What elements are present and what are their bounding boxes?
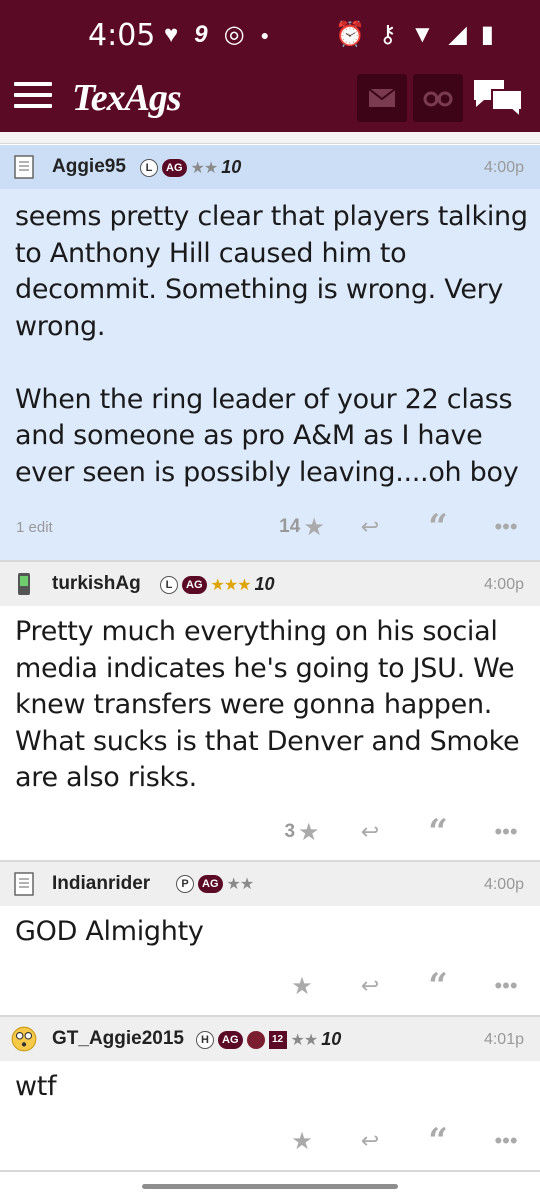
like-button[interactable]: 3 ★ — [268, 818, 336, 847]
texags-logo[interactable]: TexAgs — [72, 76, 182, 120]
stars-badge: ★★ — [226, 876, 255, 893]
more-button[interactable]: ••• — [472, 514, 540, 540]
ag-badge: AG — [162, 158, 187, 177]
timestamp: 4:00p — [483, 876, 524, 893]
reply-button[interactable]: ↩ — [336, 514, 404, 540]
quote-icon: “ — [428, 966, 448, 1006]
ten-badge: 10 — [321, 1029, 342, 1049]
badge-letter: L — [160, 575, 178, 594]
more-button[interactable]: ••• — [472, 819, 540, 845]
post: turkishAg L AG ★★★ 10 4:00p Pretty much … — [0, 562, 540, 860]
chrome-icon: ◎ — [223, 21, 245, 48]
more-button[interactable]: ••• — [472, 973, 540, 999]
badge-letter: P — [176, 875, 194, 893]
reply-icon: ↩ — [360, 973, 380, 998]
reply-icon: ↩ — [360, 514, 380, 539]
key-icon: ⚷ — [378, 21, 397, 48]
wifi-icon: ▼ — [410, 20, 435, 48]
post-header: GT_Aggie2015 H AG 12 ★★ 10 4:01p — [0, 1017, 540, 1061]
binoculars-icon — [423, 91, 453, 107]
quote-button[interactable]: “ — [404, 812, 472, 852]
like-count: 14 — [279, 516, 301, 537]
post: Indianrider P AG ★★ 4:00p GOD Almighty ★… — [0, 862, 540, 1015]
mail-button[interactable] — [357, 74, 407, 122]
like-button[interactable]: ★ — [268, 972, 336, 1001]
battery-icon: ▮ — [480, 21, 494, 48]
timestamp: 4:00p — [483, 159, 524, 176]
ag-badge: AG — [198, 875, 223, 893]
post: Aggie95 L AG ★★ 10 4:00p seems pretty cl… — [0, 145, 540, 560]
reply-icon: ↩ — [360, 1128, 380, 1153]
team-logo-icon — [246, 1030, 265, 1049]
post-body: Pretty much everything on his social med… — [15, 616, 528, 793]
menu-icon[interactable] — [14, 82, 52, 112]
signal-icon: ◢ — [448, 21, 467, 48]
quote-button[interactable]: “ — [404, 966, 472, 1006]
quote-icon: “ — [428, 812, 448, 852]
star-icon: ★ — [303, 513, 325, 541]
alarm-icon: ⏰ — [335, 21, 365, 48]
post-body: wtf — [15, 1071, 57, 1102]
timestamp: 4:01p — [483, 1031, 524, 1048]
username[interactable]: GT_Aggie2015 — [52, 1028, 184, 1050]
separator — [0, 1170, 540, 1172]
username[interactable]: Indianrider — [52, 873, 150, 895]
star-icon: ★ — [298, 818, 320, 846]
heart-icon: ♥ — [164, 20, 179, 48]
ten-badge: 10 — [254, 574, 275, 594]
star-icon: ★ — [291, 972, 313, 1000]
username[interactable]: turkishAg — [52, 573, 141, 595]
reply-button[interactable]: ↩ — [336, 819, 404, 845]
surprised-face-icon — [11, 1026, 37, 1052]
phone-icon — [18, 573, 30, 595]
status-time: 4:05 — [88, 18, 156, 53]
more-icon: ••• — [494, 514, 518, 539]
post-header: Indianrider P AG ★★ 4:00p — [0, 862, 540, 906]
more-icon: ••• — [494, 1128, 518, 1153]
notification-count: 9 — [194, 20, 208, 48]
post-body: seems pretty clear that players talking … — [15, 201, 528, 488]
badge-letter: H — [196, 1030, 214, 1049]
stars-badge: ★★ — [190, 159, 219, 177]
notepad-icon — [14, 155, 34, 179]
edit-count[interactable]: 1 edit — [16, 519, 53, 536]
chat-icon[interactable] — [472, 76, 524, 120]
ag-badge: AG — [218, 1030, 243, 1049]
post-body: GOD Almighty — [15, 916, 204, 947]
ten-badge: 10 — [221, 157, 242, 177]
reply-button[interactable]: ↩ — [336, 973, 404, 999]
app-bar: TexAgs — [0, 68, 540, 132]
like-count: 3 — [284, 821, 296, 842]
post: GT_Aggie2015 H AG 12 ★★ 10 4:01p wtf ★ ↩… — [0, 1017, 540, 1170]
quote-button[interactable]: “ — [404, 507, 472, 547]
like-button[interactable]: ★ — [268, 1127, 336, 1156]
star-icon: ★ — [291, 1127, 313, 1155]
badge-letter: L — [140, 158, 158, 177]
dot-icon: ● — [260, 26, 270, 43]
more-icon: ••• — [494, 973, 518, 998]
quote-button[interactable]: “ — [404, 1121, 472, 1161]
stars-badge: ★★ — [290, 1031, 319, 1049]
timestamp: 4:00p — [483, 576, 524, 593]
ag-badge: AG — [182, 575, 207, 594]
quote-icon: “ — [428, 1121, 448, 1161]
reply-button[interactable]: ↩ — [336, 1128, 404, 1154]
stars-badge: ★★★ — [210, 576, 252, 594]
watch-button[interactable] — [413, 74, 463, 122]
status-bar: 4:05 ♥ 9 ◎ ● ⏰ ⚷ ▼ ◢ ▮ — [0, 0, 540, 68]
reply-icon: ↩ — [360, 819, 380, 844]
mail-icon — [368, 88, 396, 107]
more-button[interactable]: ••• — [472, 1128, 540, 1154]
home-indicator[interactable] — [142, 1184, 398, 1189]
post-header: turkishAg L AG ★★★ 10 4:00p — [0, 562, 540, 606]
more-icon: ••• — [494, 819, 518, 844]
username[interactable]: Aggie95 — [52, 156, 126, 178]
toolbar-divider — [0, 132, 540, 144]
notepad-icon — [14, 872, 34, 896]
twelve-badge: 12 — [268, 1030, 287, 1049]
like-button[interactable]: 14 ★ — [268, 513, 336, 542]
quote-icon: “ — [428, 507, 448, 547]
post-header: Aggie95 L AG ★★ 10 4:00p — [0, 145, 540, 189]
